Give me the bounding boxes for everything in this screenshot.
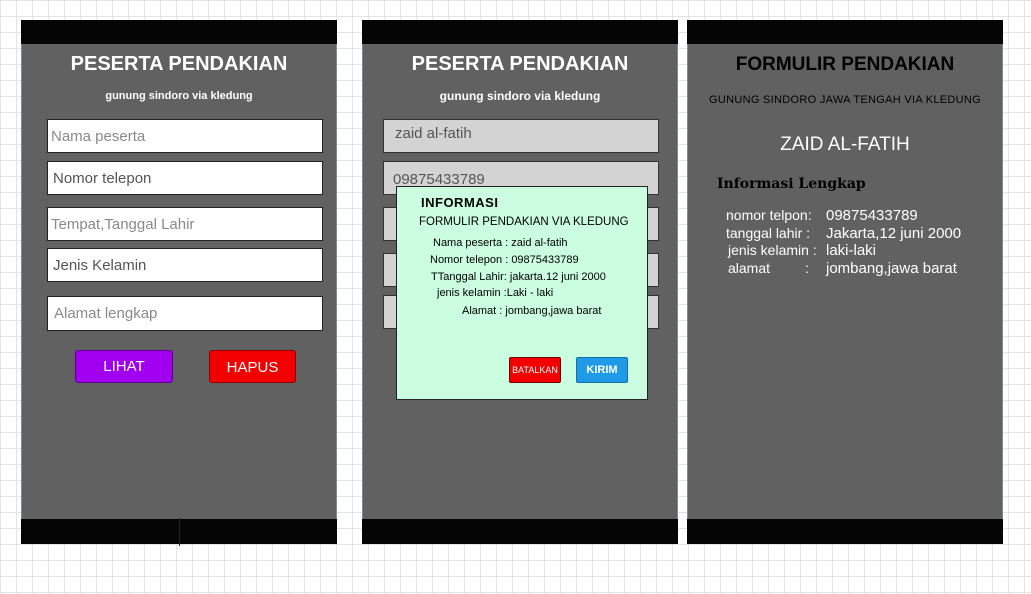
section-title: Informasi Lengkap <box>717 176 866 192</box>
dialog-line-jenis-kelamin: jenis kelamin :Laki - laki <box>437 287 554 299</box>
nama-peserta-input[interactable]: Nama peserta <box>47 119 323 153</box>
page-title: PESERTA PENDAKIAN <box>70 53 288 75</box>
informasi-dialog: INFORMASI FORMULIR PENDAKIAN VIA KLEDUNG… <box>396 186 648 400</box>
value-jenis-kelamin: laki-laki <box>826 242 877 259</box>
nama-peserta-input[interactable]: zaid al-fatih <box>383 119 659 153</box>
phone-screen-result: FORMULIR PENDAKIAN GUNUNG SINDORO JAWA T… <box>687 20 1003 544</box>
label-tanggal-lahir: tanggal lahir : <box>726 225 811 241</box>
participant-name: ZAID AL-FATIH <box>780 134 910 155</box>
value-nomor-telpon: 09875433789 <box>826 207 918 224</box>
nomor-telepon-input[interactable]: Nomor telepon <box>47 161 323 195</box>
dialog-line-telepon: Nomor telepon : 09875433789 <box>430 254 579 266</box>
phone-screen-input-form: PESERTA PENDAKIAN gunung sindoro via kle… <box>21 20 337 544</box>
dialog-line-alamat: Alamat : jombang,jawa barat <box>462 305 602 317</box>
page-subtitle: GUNUNG SINDORO JAWA TENGAH VIA KLEDUNG <box>709 94 981 106</box>
page-subtitle: gunung sindoro via kledung <box>105 90 253 102</box>
lihat-button[interactable]: LIHAT <box>75 350 173 383</box>
dialog-line-tanggal-lahir: TTanggal Lahir: jakarta.12 juni 2000 <box>431 271 606 283</box>
page-subtitle: gunung sindoro via kledung <box>439 89 601 103</box>
status-bar <box>362 20 678 44</box>
jenis-kelamin-input[interactable]: Jenis Kelamin <box>47 248 323 282</box>
text-cursor <box>179 518 180 546</box>
status-bar <box>21 20 337 44</box>
navigation-bar <box>362 519 678 544</box>
dialog-line-nama: Nama peserta : zaid al-fatih <box>433 237 568 249</box>
navigation-bar <box>687 519 1003 544</box>
alamat-lengkap-input[interactable]: Alamat lengkap <box>47 296 323 331</box>
label-jenis-kelamin: jenis kelamin : <box>728 242 817 258</box>
label-alamat: alamat : <box>728 260 809 276</box>
dialog-subtitle: FORMULIR PENDAKIAN VIA KLEDUNG <box>419 216 629 228</box>
dialog-title: INFORMASI <box>421 195 499 210</box>
batalkan-button[interactable]: BATALKAN <box>509 357 561 383</box>
status-bar <box>687 20 1003 44</box>
tempat-tanggal-lahir-input[interactable]: Tempat,Tanggal Lahir <box>47 207 323 241</box>
page-title: PESERTA PENDAKIAN <box>411 53 629 75</box>
hapus-button[interactable]: HAPUS <box>209 350 296 383</box>
page-title: FORMULIR PENDAKIAN <box>735 54 955 75</box>
kirim-button[interactable]: KIRIM <box>576 357 628 383</box>
label-nomor-telpon: nomor telpon: <box>726 207 812 223</box>
value-tanggal-lahir: Jakarta,12 juni 2000 <box>826 225 962 242</box>
value-alamat: jombang,jawa barat <box>826 260 957 277</box>
